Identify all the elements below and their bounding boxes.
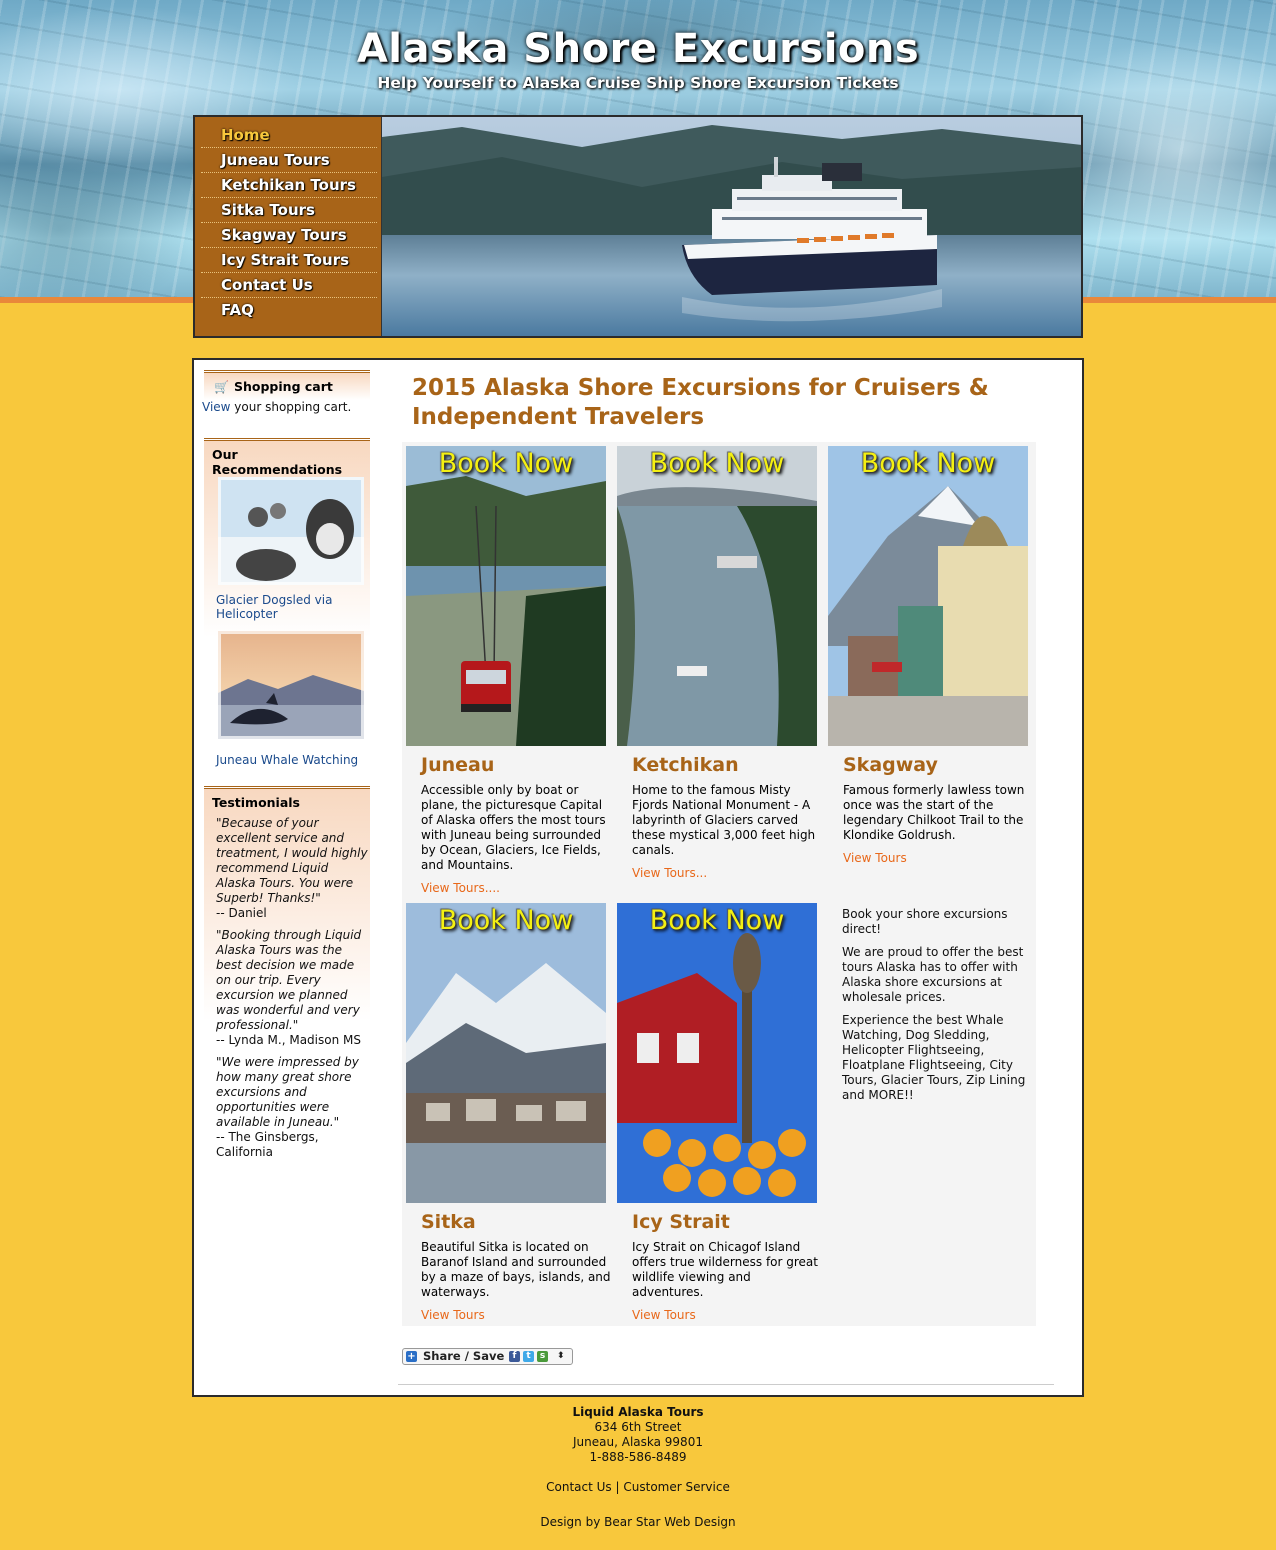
tour-name-sitka: Sitka [421,1211,476,1233]
nav-skagway-tours[interactable]: Skagway Tours [201,223,377,248]
juneau-tour-image[interactable]: Book Now [406,446,606,746]
testimonial-author: -- The Ginsbergs, California [216,1130,319,1159]
plus-icon: + [406,1351,417,1362]
nav-ketchikan-tours[interactable]: Ketchikan Tours [201,173,377,198]
promo-line-2: We are proud to offer the best tours Ala… [842,945,1024,1004]
footer-separator: | [615,1480,620,1494]
cart-line-text: your shopping cart. [230,400,352,414]
testimonial-3: "We were impressed by how many great sho… [204,1055,370,1160]
main-content-panel: 🛒 Shopping cart View your shopping cart.… [192,358,1084,1397]
book-now-ketchikan[interactable]: Book Now [617,448,817,479]
testimonial-quote: "We were impressed by how many great sho… [216,1055,359,1129]
reco-dogsled-link[interactable]: Glacier Dogsled via Helicopter [216,593,362,621]
skagway-tour-image[interactable]: Book Now [828,446,1028,746]
footer-street: 634 6th Street [594,1420,682,1434]
content-divider [398,1384,1054,1385]
tour-name-juneau: Juneau [421,754,495,776]
testimonial-1: "Because of your excellent service and t… [204,816,370,921]
testimonial-quote: "Booking through Liquid Alaska Tours was… [216,928,362,1032]
tour-name-ketchikan: Ketchikan [632,754,739,776]
whale-photo [215,628,367,742]
nav-juneau-tours[interactable]: Juneau Tours [201,148,377,173]
facebook-icon: f [509,1351,520,1362]
twitter-icon: t [523,1351,534,1362]
footer-contact-link[interactable]: Contact Us [546,1480,612,1494]
footer: Liquid Alaska Tours 634 6th Street Junea… [0,1405,1276,1530]
cruise-ship-illustration [382,117,1081,336]
testimonial-author: -- Daniel [216,906,267,920]
promo-line-3: Experience the best Whale Watching, Dog … [842,1013,1026,1102]
cart-icon: 🛒 [214,380,229,394]
book-now-skagway[interactable]: Book Now [828,448,1028,479]
chevron-updown-icon: ⬍ [557,1351,565,1361]
view-tours-sitka[interactable]: View Tours [421,1308,485,1322]
testimonial-author: -- Lynda M., Madison MS [216,1033,361,1047]
site-title: Alaska Shore Excursions [356,26,920,72]
cart-line: View your shopping cart. [202,400,370,414]
book-now-icy-strait[interactable]: Book Now [617,905,817,936]
view-cart-link[interactable]: View [202,400,230,414]
view-tours-ketchikan[interactable]: View Tours... [632,866,707,880]
icy-strait-photo [617,903,817,1203]
hero-cruise-ship-image [381,117,1081,336]
nav-icy-strait-tours[interactable]: Icy Strait Tours [201,248,377,273]
dogsled-image[interactable] [215,474,367,588]
footer-service-link[interactable]: Customer Service [623,1480,729,1494]
tour-desc-skagway: Famous formerly lawless town once was th… [843,783,1025,842]
recommendations-box: Our Recommendations Glacier Dogsled via … [204,438,370,768]
tour-grid: Book Now Juneau Accessible only by boat … [402,442,1036,1326]
ketchikan-tour-image[interactable]: Book Now [617,446,817,746]
nav-faq[interactable]: FAQ [201,298,377,323]
nav-home[interactable]: Home [201,123,377,148]
site-tagline: Help Yourself to Alaska Cruise Ship Shor… [377,74,899,92]
footer-phone: 1-888-586-8489 [589,1450,687,1464]
tour-desc-ketchikan: Home to the famous Misty Fjords National… [632,783,816,857]
tour-desc-sitka: Beautiful Sitka is located on Baranof Is… [421,1240,611,1299]
footer-credit: Design by Bear Star Web Design [540,1515,736,1529]
promo-line-1: Book your shore excursions direct! [842,907,1008,936]
tour-desc-icy-strait: Icy Strait on Chicagof Island offers tru… [632,1240,818,1299]
whale-image[interactable] [215,628,367,742]
book-now-sitka[interactable]: Book Now [406,905,606,936]
footer-links: Contact Us | Customer Service [0,1480,1276,1495]
share-save-label: Share / Save [423,1349,505,1363]
tour-desc-juneau: Accessible only by boat or plane, the pi… [421,783,606,872]
view-tours-icy-strait[interactable]: View Tours [632,1308,696,1322]
footer-city: Juneau, Alaska 99801 [573,1435,703,1449]
view-tours-juneau[interactable]: View Tours.... [421,881,500,895]
view-tours-skagway[interactable]: View Tours [843,851,907,865]
testimonials-box: Testimonials "Because of your excellent … [204,786,370,1176]
testimonials-title: Testimonials [212,795,301,810]
shopping-cart-box: 🛒 Shopping cart View your shopping cart. [202,370,370,418]
tour-name-icy-strait: Icy Strait [632,1211,730,1233]
skagway-photo [828,446,1028,746]
dogsled-photo [215,474,367,588]
shopping-cart-title: 🛒 Shopping cart [214,379,333,394]
sitka-tour-image[interactable]: Book Now [406,903,606,1203]
testimonial-2: "Booking through Liquid Alaska Tours was… [204,928,370,1048]
share-save-button[interactable]: + Share / Save f t s ⬍ [402,1348,573,1365]
ketchikan-photo [617,446,817,746]
juneau-photo [406,446,606,746]
promo-text: Book your shore excursions direct! We ar… [842,907,1032,1111]
page-title: 2015 Alaska Shore Excursions for Cruiser… [412,375,989,430]
footer-company: Liquid Alaska Tours [572,1405,704,1419]
sitka-photo [406,903,606,1203]
reco-whale-link[interactable]: Juneau Whale Watching [216,753,362,767]
nav-contact-us[interactable]: Contact Us [201,273,377,298]
main-nav: Home Juneau Tours Ketchikan Tours Sitka … [195,117,381,336]
tour-name-skagway: Skagway [843,754,938,776]
nav-sitka-tours[interactable]: Sitka Tours [201,198,377,223]
testimonial-quote: "Because of your excellent service and t… [216,816,368,905]
banner: Home Juneau Tours Ketchikan Tours Sitka … [193,115,1083,338]
icy-strait-tour-image[interactable]: Book Now [617,903,817,1203]
book-now-juneau[interactable]: Book Now [406,448,606,479]
share-more-icon: s [537,1351,548,1362]
